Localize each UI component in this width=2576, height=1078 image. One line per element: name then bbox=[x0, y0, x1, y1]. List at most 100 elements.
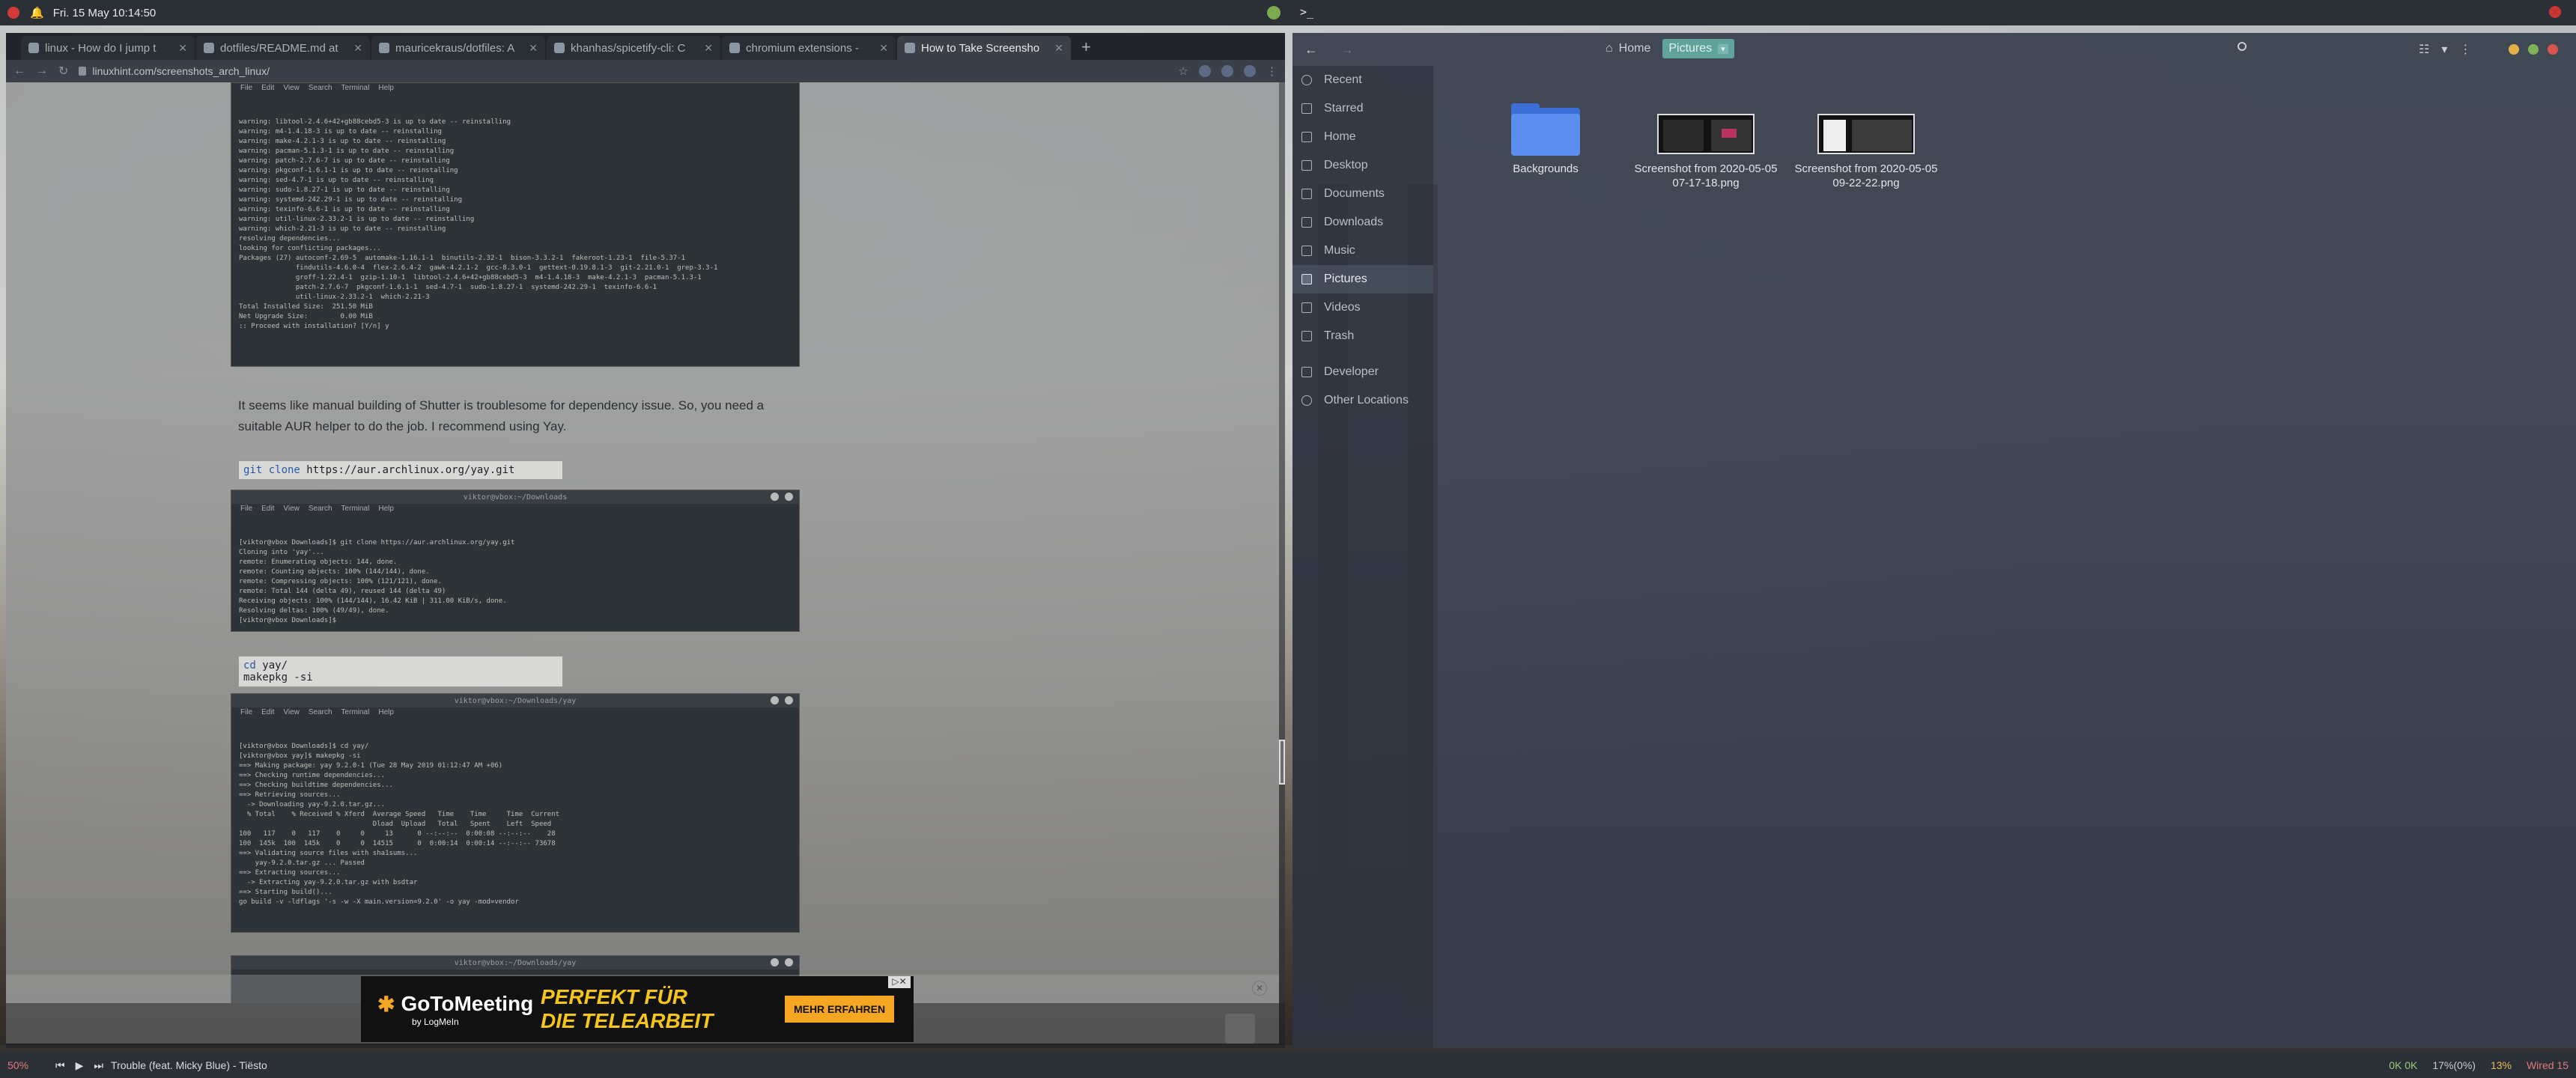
breadcrumb: ⌂ Home Pictures ▾ bbox=[1600, 39, 1734, 58]
file-name: Screenshot from 2020-05-05 07-17-18.png bbox=[1634, 162, 1778, 189]
sidebar-item-videos[interactable]: Videos bbox=[1292, 293, 1433, 322]
app-indicator-icon[interactable] bbox=[1267, 6, 1281, 19]
star-icon bbox=[1301, 103, 1312, 114]
play-icon[interactable]: ▶ bbox=[76, 1059, 84, 1072]
terminal-output: [viktor@vbox Downloads]$ git clone https… bbox=[239, 539, 515, 624]
terminal-menubar: File Edit View Search Terminal Help bbox=[240, 505, 394, 513]
plus-icon bbox=[1301, 395, 1312, 406]
browser-tab-active[interactable]: How to Take Screensho ✕ bbox=[897, 36, 1071, 60]
file-item[interactable]: Screenshot from 2020-05-05 09-22-22.png bbox=[1791, 103, 1941, 190]
sidebar-item-desktop[interactable]: Desktop bbox=[1292, 151, 1433, 180]
image-thumbnail bbox=[1657, 114, 1755, 154]
bottom-panel: 50% ⏮ ▶ ⏭ Trouble (feat. Micky Blue) - T… bbox=[0, 1053, 2576, 1078]
extension-icon[interactable] bbox=[1221, 65, 1233, 77]
terminal-menubar: File Edit View Search Terminal Help bbox=[240, 84, 394, 92]
minimize-icon bbox=[771, 493, 779, 501]
sidebar-item-trash[interactable]: Trash bbox=[1292, 322, 1433, 350]
close-ad-button[interactable]: ✕ bbox=[1252, 981, 1267, 996]
chevron-down-icon[interactable]: ▾ bbox=[1718, 43, 1728, 54]
ad-info-icon[interactable]: ▷✕ bbox=[888, 976, 911, 988]
sidebar-item-starred[interactable]: Starred bbox=[1292, 94, 1433, 123]
sidebar-item-home[interactable]: Home bbox=[1292, 123, 1433, 151]
sidebar-item-recent[interactable]: Recent bbox=[1292, 66, 1433, 94]
menu-kebab-icon[interactable]: ⋮ bbox=[2459, 42, 2471, 57]
close-tab-icon[interactable]: ✕ bbox=[353, 42, 362, 55]
back-icon[interactable]: ← bbox=[1304, 42, 1318, 58]
ad-banner[interactable]: ✱ GoToMeeting by LogMeIn PERFEKT FÜR DIE … bbox=[361, 976, 914, 1042]
close-button[interactable] bbox=[2548, 44, 2558, 55]
reload-icon[interactable]: ↻ bbox=[58, 64, 68, 79]
toolbar: ← → ↻ linuxhint.com/screenshots_arch_lin… bbox=[6, 60, 1285, 82]
close-icon bbox=[785, 696, 793, 704]
system-tray: 0K 0K 17%(0%) 13% Wired 15 bbox=[2389, 1059, 2569, 1071]
sidebar-item-other-locations[interactable]: Other Locations bbox=[1292, 386, 1433, 415]
chevron-down-icon[interactable]: ▾ bbox=[2441, 42, 2447, 57]
bookmark-star-icon[interactable]: ☆ bbox=[1179, 64, 1188, 78]
code-block: cd yay/ makepkg -si bbox=[238, 656, 563, 687]
page-scrollbar[interactable] bbox=[1279, 82, 1285, 1003]
view-list-icon[interactable]: ☷ bbox=[2419, 42, 2429, 57]
sidebar-item-developer[interactable]: Developer bbox=[1292, 358, 1433, 386]
profile-icon[interactable] bbox=[1244, 65, 1256, 77]
terminal-icon[interactable]: >_ bbox=[1300, 5, 1313, 19]
download-icon bbox=[1301, 217, 1312, 228]
clock[interactable]: Fri. 15 May 10:14:50 bbox=[53, 7, 157, 19]
breadcrumb-pictures[interactable]: Pictures ▾ bbox=[1662, 39, 1734, 58]
sidebar-item-documents[interactable]: Documents bbox=[1292, 180, 1433, 208]
minimize-button[interactable] bbox=[2509, 44, 2519, 55]
music-icon bbox=[1301, 246, 1312, 256]
close-tab-icon[interactable]: ✕ bbox=[879, 42, 888, 55]
breadcrumb-home[interactable]: ⌂ Home bbox=[1600, 39, 1656, 58]
terminal-titlebar: viktor@vbox:~/Downloads/yay bbox=[231, 694, 799, 707]
new-tab-button[interactable]: + bbox=[1072, 37, 1100, 60]
file-item[interactable]: Screenshot from 2020-05-05 07-17-18.png bbox=[1631, 103, 1781, 190]
sidebar-item-downloads[interactable]: Downloads bbox=[1292, 208, 1433, 237]
page-content[interactable]: File Edit View Search Terminal Help warning: … bbox=[6, 82, 1279, 1003]
address-bar[interactable]: linuxhint.com/screenshots_arch_linux/ bbox=[79, 62, 1167, 80]
back-icon[interactable]: ← bbox=[13, 64, 25, 78]
close-tab-icon[interactable]: ✕ bbox=[704, 42, 713, 55]
video-icon bbox=[1301, 302, 1312, 313]
session-icon[interactable] bbox=[2549, 6, 2561, 18]
terminal-titlebar: viktor@vbox:~/Downloads/yay bbox=[231, 956, 799, 969]
scroll-to-top-button[interactable] bbox=[1225, 1014, 1255, 1044]
power-icon[interactable] bbox=[7, 7, 19, 19]
notifications-icon[interactable]: 🔔 bbox=[30, 6, 44, 19]
browser-tab[interactable]: mauricekraus/dotfiles: A ✕ bbox=[371, 36, 545, 60]
close-tab-icon[interactable]: ✕ bbox=[178, 42, 187, 55]
trash-icon bbox=[1301, 331, 1312, 341]
close-tab-icon[interactable]: ✕ bbox=[529, 42, 538, 55]
url-text: linuxhint.com/screenshots_arch_linux/ bbox=[92, 65, 270, 77]
favicon-icon bbox=[379, 43, 389, 53]
forward-icon[interactable]: → bbox=[1340, 42, 1354, 58]
minimize-icon bbox=[771, 958, 779, 966]
menu-kebab-icon[interactable]: ⋮ bbox=[1266, 64, 1278, 78]
file-name: Backgrounds bbox=[1513, 162, 1579, 175]
maximize-button[interactable] bbox=[2528, 44, 2539, 55]
ad-cta-button[interactable]: MEHR ERFAHREN bbox=[784, 996, 895, 1023]
volume-indicator[interactable]: 50% bbox=[7, 1059, 28, 1071]
sidebar-item-pictures[interactable]: Pictures bbox=[1292, 265, 1433, 293]
battery-indicator: 13% bbox=[2490, 1059, 2512, 1071]
close-icon bbox=[785, 493, 793, 501]
browser-tab[interactable]: dotfiles/README.md at ✕ bbox=[196, 36, 370, 60]
file-manager-headerbar: ← → ⌂ Home Pictures ▾ ☷ ▾ ⋮ bbox=[1292, 33, 2576, 66]
favicon-icon bbox=[554, 43, 565, 53]
search-icon[interactable] bbox=[2238, 42, 2253, 57]
document-icon bbox=[1301, 189, 1312, 199]
previous-track-icon[interactable]: ⏮ bbox=[55, 1059, 65, 1072]
browser-tab[interactable]: linux - How do I jump t ✕ bbox=[21, 36, 195, 60]
cpu-usage: 17%(0%) bbox=[2432, 1059, 2476, 1071]
folder-icon bbox=[1511, 103, 1580, 156]
terminal-screenshot: viktor@vbox:~/Downloads/yay File Edit View… bbox=[231, 693, 800, 933]
extension-icon[interactable] bbox=[1199, 65, 1211, 77]
browser-tab[interactable]: chromium extensions - ✕ bbox=[722, 36, 896, 60]
sidebar-item-music[interactable]: Music bbox=[1292, 237, 1433, 265]
next-track-icon[interactable]: ⏭ bbox=[94, 1059, 103, 1072]
close-tab-icon[interactable]: ✕ bbox=[1054, 42, 1063, 55]
scrollbar-thumb[interactable] bbox=[1279, 740, 1285, 785]
forward-icon[interactable]: → bbox=[36, 64, 48, 78]
file-item[interactable]: Backgrounds bbox=[1471, 103, 1620, 190]
terminal-screenshot: File Edit View Search Terminal Help warning: … bbox=[231, 82, 800, 367]
browser-tab[interactable]: khanhas/spicetify-cli: C ✕ bbox=[547, 36, 720, 60]
